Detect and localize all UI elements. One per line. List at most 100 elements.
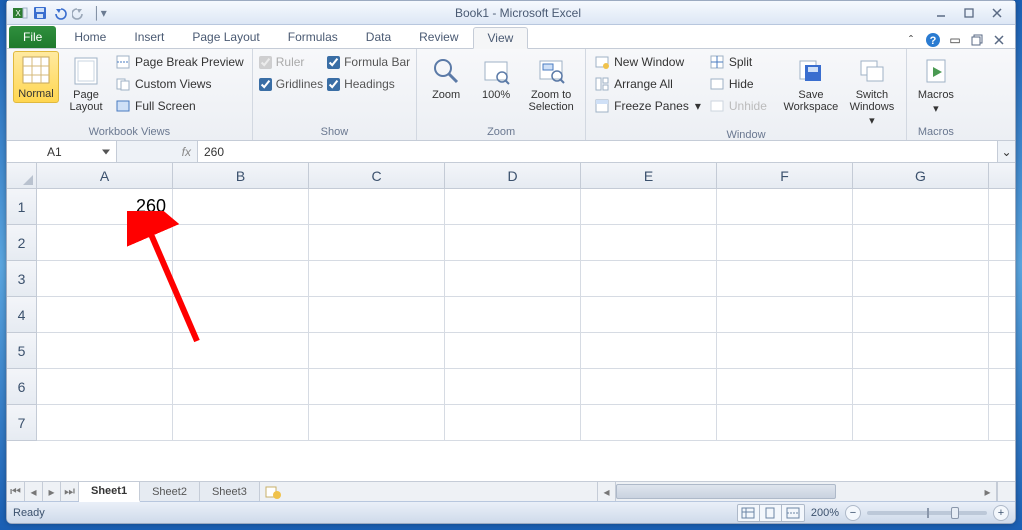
custom-views-button[interactable]: Custom Views	[113, 73, 246, 95]
cell-C2[interactable]	[309, 225, 445, 261]
cell-A1[interactable]: 260	[37, 189, 173, 225]
gridlines-checkbox[interactable]: Gridlines	[259, 73, 323, 95]
zoom-button[interactable]: Zoom	[423, 51, 469, 101]
hide-button[interactable]: Hide	[707, 73, 769, 95]
scroll-right-icon[interactable]: ▸	[979, 482, 997, 501]
switch-windows-button[interactable]: Switch Windows▾	[844, 51, 900, 127]
tab-nav-next-icon[interactable]: ▸	[43, 482, 61, 501]
cell-D7[interactable]	[445, 405, 581, 441]
cell-B1[interactable]	[173, 189, 309, 225]
cell-D4[interactable]	[445, 297, 581, 333]
macros-button[interactable]: Macros▾	[913, 51, 959, 115]
cell-F3[interactable]	[717, 261, 853, 297]
maximize-button[interactable]	[955, 4, 983, 22]
zoom-to-selection-button[interactable]: Zoom to Selection	[523, 51, 579, 113]
cell-E2[interactable]	[581, 225, 717, 261]
col-header-D[interactable]: D	[445, 163, 581, 188]
tab-nav-first-icon[interactable]: ⏮	[7, 482, 25, 501]
scroll-left-icon[interactable]: ◂	[598, 482, 616, 501]
sheet-tab-2[interactable]: Sheet2	[140, 482, 200, 501]
new-window-button[interactable]: New Window	[592, 51, 703, 73]
select-all-corner[interactable]	[7, 163, 37, 188]
row-header-1[interactable]: 1	[7, 189, 37, 225]
cell-A5[interactable]	[37, 333, 173, 369]
tab-nav-prev-icon[interactable]: ◂	[25, 482, 43, 501]
row-header-2[interactable]: 2	[7, 225, 37, 261]
cell-F7[interactable]	[717, 405, 853, 441]
close-button[interactable]	[983, 4, 1011, 22]
cell-B4[interactable]	[173, 297, 309, 333]
save-workspace-button[interactable]: Save Workspace	[782, 51, 840, 113]
headings-checkbox[interactable]: Headings	[327, 73, 410, 95]
zoom-slider[interactable]	[867, 511, 987, 515]
minimize-button[interactable]	[927, 4, 955, 22]
cell-A3[interactable]	[37, 261, 173, 297]
freeze-panes-button[interactable]: Freeze Panes▾	[592, 95, 703, 117]
expand-formula-bar-icon[interactable]: ⌄	[997, 141, 1015, 162]
cell-G2[interactable]	[853, 225, 989, 261]
tab-nav-last-icon[interactable]: ⏭	[61, 482, 79, 501]
col-header-C[interactable]: C	[309, 163, 445, 188]
cell-E6[interactable]	[581, 369, 717, 405]
redo-icon[interactable]	[71, 4, 89, 22]
cell-C7[interactable]	[309, 405, 445, 441]
cell-C1[interactable]	[309, 189, 445, 225]
tab-view[interactable]: View	[473, 27, 529, 49]
zoom-slider-knob[interactable]	[951, 507, 959, 519]
file-tab[interactable]: File	[9, 26, 56, 48]
page-break-preview-button[interactable]: Page Break Preview	[113, 51, 246, 73]
doc-restore-icon[interactable]	[969, 32, 985, 48]
formula-input[interactable]: 260	[197, 141, 997, 162]
col-header-A[interactable]: A	[37, 163, 173, 188]
row-header-7[interactable]: 7	[7, 405, 37, 441]
split-button[interactable]: Split	[707, 51, 769, 73]
cell-F6[interactable]	[717, 369, 853, 405]
cell-D1[interactable]	[445, 189, 581, 225]
cell-G5[interactable]	[853, 333, 989, 369]
page-layout-shortcut[interactable]	[760, 505, 782, 521]
doc-close-icon[interactable]	[991, 32, 1007, 48]
cell-A6[interactable]	[37, 369, 173, 405]
col-header-E[interactable]: E	[581, 163, 717, 188]
normal-view-button[interactable]: Normal	[13, 51, 59, 103]
cell-B2[interactable]	[173, 225, 309, 261]
zoom-in-button[interactable]: +	[993, 505, 1009, 521]
name-box[interactable]: A1	[7, 141, 117, 162]
page-break-shortcut[interactable]	[782, 505, 804, 521]
cell-G3[interactable]	[853, 261, 989, 297]
ribbon-minimize-icon[interactable]: ˆ	[903, 32, 919, 48]
row-header-4[interactable]: 4	[7, 297, 37, 333]
cell-F4[interactable]	[717, 297, 853, 333]
tab-page-layout[interactable]: Page Layout	[178, 26, 273, 48]
tab-insert[interactable]: Insert	[120, 26, 178, 48]
zoom-out-button[interactable]: −	[845, 505, 861, 521]
col-header-F[interactable]: F	[717, 163, 853, 188]
cell-C6[interactable]	[309, 369, 445, 405]
cell-E5[interactable]	[581, 333, 717, 369]
col-header-B[interactable]: B	[173, 163, 309, 188]
ruler-checkbox[interactable]: Ruler	[259, 51, 323, 73]
cell-C5[interactable]	[309, 333, 445, 369]
cell-E4[interactable]	[581, 297, 717, 333]
cell-B5[interactable]	[173, 333, 309, 369]
cell-B3[interactable]	[173, 261, 309, 297]
cell-C4[interactable]	[309, 297, 445, 333]
cell-F2[interactable]	[717, 225, 853, 261]
zoom-100-button[interactable]: 100%	[473, 51, 519, 101]
row-header-6[interactable]: 6	[7, 369, 37, 405]
cell-D3[interactable]	[445, 261, 581, 297]
cell-F5[interactable]	[717, 333, 853, 369]
cell-A7[interactable]	[37, 405, 173, 441]
normal-view-shortcut[interactable]	[738, 505, 760, 521]
cell-A4[interactable]	[37, 297, 173, 333]
row-header-3[interactable]: 3	[7, 261, 37, 297]
horizontal-scrollbar[interactable]: ◂ ▸	[597, 482, 997, 501]
cell-D5[interactable]	[445, 333, 581, 369]
qat-customize-icon[interactable]: │▾	[91, 4, 109, 22]
save-icon[interactable]	[31, 4, 49, 22]
tab-data[interactable]: Data	[352, 26, 405, 48]
fx-button[interactable]: fx	[117, 141, 197, 162]
undo-icon[interactable]	[51, 4, 69, 22]
cell-E7[interactable]	[581, 405, 717, 441]
arrange-all-button[interactable]: Arrange All	[592, 73, 703, 95]
